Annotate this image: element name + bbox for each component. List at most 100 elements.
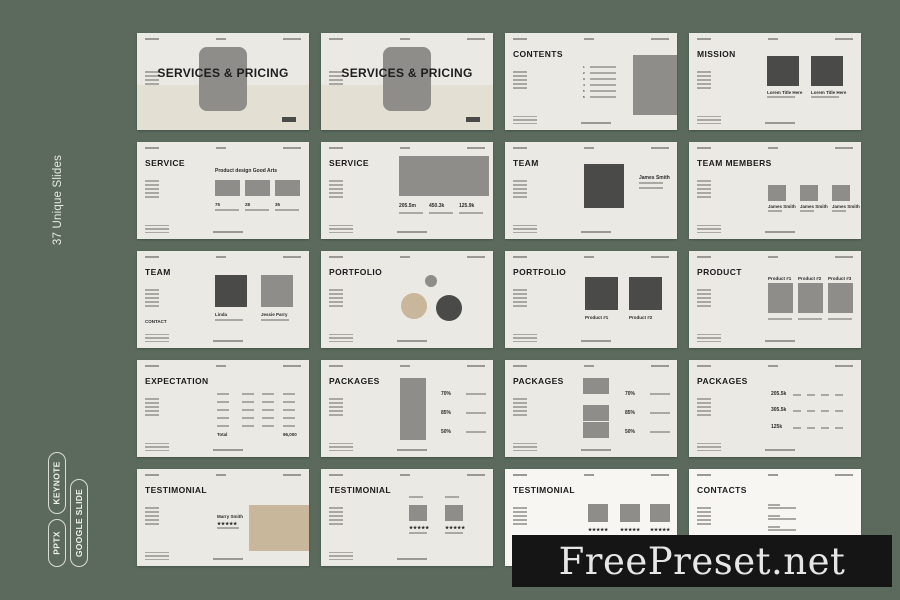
text-placeholder <box>793 410 801 412</box>
text-placeholder <box>262 409 274 411</box>
text-placeholder <box>283 393 295 395</box>
slide-thumbnail[interactable]: TEAM MEMBERS James Smith James Smith James … <box>689 142 861 239</box>
slide-url <box>397 231 427 233</box>
testimonial-photo <box>650 504 670 522</box>
text-placeholder <box>835 394 843 396</box>
text-placeholder <box>242 401 254 403</box>
package-photo <box>583 422 609 438</box>
slide-thumbnail[interactable]: TEAM Linda Jessie Parry CONTACT <box>137 251 309 348</box>
service-stat: 125.9k <box>459 203 475 209</box>
slide-menu-lines <box>697 507 711 527</box>
text-placeholder <box>283 409 295 411</box>
member-photo <box>768 185 786 201</box>
member-photo <box>832 185 850 201</box>
text-placeholder <box>821 410 829 412</box>
portfolio-label: Product #2 <box>629 315 653 320</box>
slide-menu-lines <box>145 507 159 527</box>
slide-thumbnail[interactable]: SERVICE Product design Good Arts 75 28 35 <box>137 142 309 239</box>
slide-thumbnail[interactable]: TESTIMONIAL Marry Smith ★★★★★ <box>137 469 309 566</box>
slide-header <box>145 256 301 258</box>
star-rating: ★★★★★ <box>620 527 641 532</box>
member-name: James Smith <box>800 204 828 209</box>
text-placeholder <box>409 496 423 498</box>
slide-thumbnail[interactable]: PRODUCT Product #1 Product #2 Product #3 <box>689 251 861 348</box>
testimonial-photo <box>620 504 640 522</box>
text-placeholder <box>650 412 670 414</box>
slide-thumbnail[interactable]: SERVICE 205.5m 450.3k 125.9k <box>321 142 493 239</box>
text-placeholder <box>835 410 843 412</box>
slide-menu-lines <box>329 398 343 418</box>
slide-menu-lines <box>697 180 711 200</box>
portfolio-label: Product #1 <box>585 315 609 320</box>
text-placeholder <box>590 90 616 92</box>
slide-thumbnail[interactable]: CONTENTS 1 2 3 4 5 6 <box>505 33 677 130</box>
slide-thumbnail[interactable]: PACKAGES 70% 85% 50% <box>505 360 677 457</box>
slide-thumbnail[interactable]: SERVICES & PRICING <box>321 33 493 130</box>
text-placeholder <box>767 96 795 98</box>
slide-url <box>213 558 243 560</box>
member-photo <box>800 185 818 201</box>
slide-menu-lines <box>513 507 527 527</box>
slide-thumbnail[interactable]: PACKAGES 205.5k 305.5k 125k <box>689 360 861 457</box>
text-placeholder <box>768 526 780 528</box>
slide-thumbnail[interactable]: SERVICES & PRICING <box>137 33 309 130</box>
text-placeholder <box>590 72 616 74</box>
slide-thumbnail[interactable]: PACKAGES 70% 85% 50% <box>321 360 493 457</box>
slide-thumbnail[interactable]: TEAM James Smith <box>505 142 677 239</box>
text-placeholder <box>445 532 463 534</box>
slide-grid: SERVICES & PRICING SERVICES & PRICING CO… <box>137 33 861 566</box>
package-photo <box>583 378 609 394</box>
slide-header <box>329 38 485 40</box>
slide-title: SERVICE <box>145 158 185 168</box>
slide-title: CONTENTS <box>513 49 563 59</box>
portfolio-circle <box>401 293 427 319</box>
slide-header <box>329 474 485 476</box>
slide-url <box>213 449 243 451</box>
text-placeholder <box>215 209 239 211</box>
text-placeholder <box>466 431 486 433</box>
slide-thumbnail[interactable]: PORTFOLIO <box>321 251 493 348</box>
text-placeholder <box>793 427 801 429</box>
slide-header <box>145 38 301 40</box>
member-name: Linda <box>215 312 227 317</box>
slide-title: SERVICE <box>329 158 369 168</box>
text-placeholder <box>275 209 299 211</box>
text-placeholder <box>262 393 274 395</box>
slide-url <box>581 340 611 342</box>
slide-title: PACKAGES <box>697 376 748 386</box>
slide-footer <box>697 332 721 342</box>
text-placeholder <box>807 427 815 429</box>
slide-header <box>697 256 853 258</box>
slide-menu-lines <box>513 180 527 200</box>
card-title: Lorem Title Here <box>767 90 803 95</box>
package-photo <box>583 405 609 421</box>
text-placeholder <box>590 66 616 68</box>
star-rating: ★★★★★ <box>445 525 466 530</box>
text-placeholder <box>639 187 663 189</box>
slide-url <box>397 449 427 451</box>
slide-thumbnail[interactable]: EXPECTATION Total 96,000 <box>137 360 309 457</box>
slide-title: PACKAGES <box>513 376 564 386</box>
contents-photo <box>633 55 677 115</box>
service-stat: 35 <box>275 202 281 207</box>
slide-thumbnail[interactable]: MISSION Lorem Title Here Lorem Title Here <box>689 33 861 130</box>
toc-number: 3 <box>583 77 585 81</box>
slide-url <box>765 340 795 342</box>
text-placeholder <box>215 319 243 321</box>
slide-menu-lines <box>513 398 527 418</box>
slide-title: EXPECTATION <box>145 376 209 386</box>
slide-menu-lines <box>145 398 159 418</box>
slide-thumbnail[interactable]: PORTFOLIO Product #1 Product #2 <box>505 251 677 348</box>
slide-url <box>397 558 427 560</box>
text-placeholder <box>835 427 843 429</box>
text-placeholder <box>242 417 254 419</box>
slide-menu-lines <box>329 180 343 200</box>
text-placeholder <box>768 529 796 531</box>
slide-thumbnail[interactable]: TESTIMONIAL ★★★★★ ★★★★★ <box>321 469 493 566</box>
text-placeholder <box>807 394 815 396</box>
portfolio-circle <box>425 275 437 287</box>
team-photo-2 <box>261 275 293 307</box>
slide-count-label: 37 Unique Slides <box>52 154 64 246</box>
package-photo <box>400 378 426 440</box>
slide-footer <box>145 223 169 233</box>
